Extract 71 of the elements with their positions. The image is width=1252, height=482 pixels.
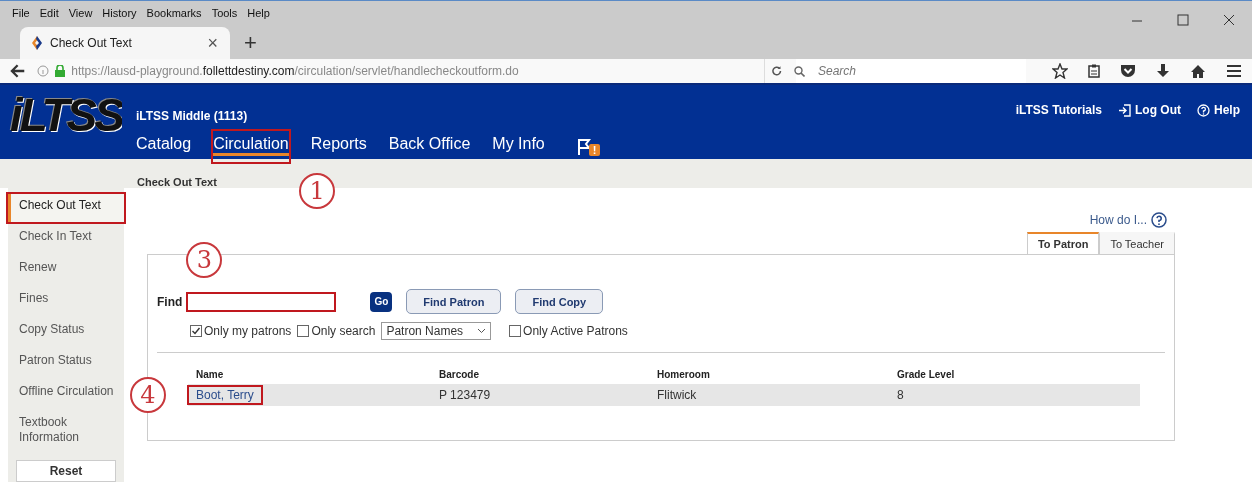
menu-item[interactable]: Tools	[211, 7, 238, 19]
clipboard-icon[interactable]	[1088, 64, 1100, 78]
table-cell: Flitwick	[649, 384, 889, 406]
sidebar-item[interactable]: Textbook Information	[8, 411, 124, 451]
browser-tab[interactable]: Check Out Text ×	[20, 27, 230, 59]
go-button[interactable]: Go	[370, 291, 393, 312]
find-field[interactable]	[186, 291, 337, 312]
find-button[interactable]: Find Copy	[515, 289, 604, 314]
find-label: Find	[157, 294, 183, 309]
menu-item[interactable]: Bookmarks	[146, 7, 202, 19]
menu-item[interactable]: View	[68, 7, 93, 19]
nav-tab[interactable]: Back Office	[383, 131, 476, 162]
callout-number: 4	[130, 377, 166, 413]
table-cell: P 123479	[431, 384, 649, 406]
nav-tab[interactable]: Catalog	[131, 131, 197, 162]
reload-icon[interactable]	[770, 65, 782, 77]
column-header: Grade Level	[896, 368, 956, 382]
caret-icon	[477, 328, 487, 334]
checkbox[interactable]	[509, 325, 522, 337]
menu-item[interactable]: File	[12, 7, 30, 19]
tab[interactable]: To Patron	[1026, 232, 1100, 254]
checkbox-label: Only Active Patrons	[523, 324, 628, 338]
sidebar-item[interactable]: Check In Text	[8, 225, 124, 253]
menu-item[interactable]: Edit	[39, 7, 59, 19]
sidebar-item[interactable]: Fines	[8, 287, 124, 315]
sidebar-item[interactable]: Check Out Text	[8, 194, 124, 222]
column-header: Barcode	[438, 368, 480, 382]
new-tab-button[interactable]: +	[244, 31, 257, 55]
menu-item[interactable]: Help	[247, 7, 270, 19]
callout-number: 3	[186, 241, 223, 278]
nav-tab[interactable]: Reports	[305, 131, 372, 162]
sidebar-item[interactable]: Renew	[8, 256, 124, 284]
column-header: Homeroom	[656, 368, 711, 382]
sidebar-item[interactable]: Offline Circulation	[8, 380, 124, 408]
school-name: iLTSS Middle (1113)	[136, 109, 249, 123]
back-icon[interactable]	[10, 64, 26, 78]
column-header: Name	[195, 368, 225, 382]
site-icon	[32, 36, 42, 50]
help-link[interactable]: Help	[1214, 103, 1240, 117]
search-field[interactable]: Search	[796, 59, 1026, 83]
tab-title: Check Out Text	[50, 36, 133, 50]
checkbox-label: Only search	[311, 324, 376, 338]
menu-icon[interactable]	[1226, 64, 1242, 78]
search-type-select[interactable]: Patron Names	[381, 322, 492, 340]
tab-close-button[interactable]: ×	[207, 32, 218, 54]
flag-icon[interactable]	[576, 138, 591, 155]
checkbox[interactable]	[297, 325, 310, 337]
checkbox[interactable]	[190, 325, 202, 337]
star-icon[interactable]	[1052, 63, 1068, 79]
how-do-i-link[interactable]: How do I...	[1089, 213, 1147, 227]
patron-link[interactable]: Boot, Terry	[190, 388, 260, 402]
breadcrumb: Check Out Text	[137, 176, 217, 188]
pocket-icon[interactable]	[1120, 64, 1136, 78]
lock-icon	[55, 65, 66, 77]
find-button[interactable]: Find Patron	[406, 289, 502, 314]
sidebar-item[interactable]: Copy Status	[8, 318, 124, 346]
checkbox-label: Only my patrons	[204, 324, 292, 338]
url-field[interactable]: https://lausd-playground.follettdestiny.com/circulation/servlet/handlecheckoutform.do	[71, 64, 758, 78]
reset-button[interactable]: Reset	[16, 460, 116, 482]
help-icon[interactable]	[1151, 212, 1167, 228]
menu-item[interactable]: History	[102, 7, 137, 19]
logout-link[interactable]: Log Out	[1135, 103, 1181, 117]
tutorials-link[interactable]: iLTSS Tutorials	[1015, 103, 1102, 117]
table-cell: 8	[889, 384, 1140, 406]
logout-icon[interactable]	[1118, 103, 1131, 117]
tab[interactable]: To Teacher	[1099, 232, 1175, 254]
sidebar-item[interactable]: Patron Status	[8, 349, 124, 377]
download-icon[interactable]	[1156, 63, 1170, 79]
nav-tab[interactable]: My Info	[487, 131, 550, 162]
alert-badge: !	[588, 143, 601, 156]
home-icon[interactable]	[1190, 64, 1206, 78]
